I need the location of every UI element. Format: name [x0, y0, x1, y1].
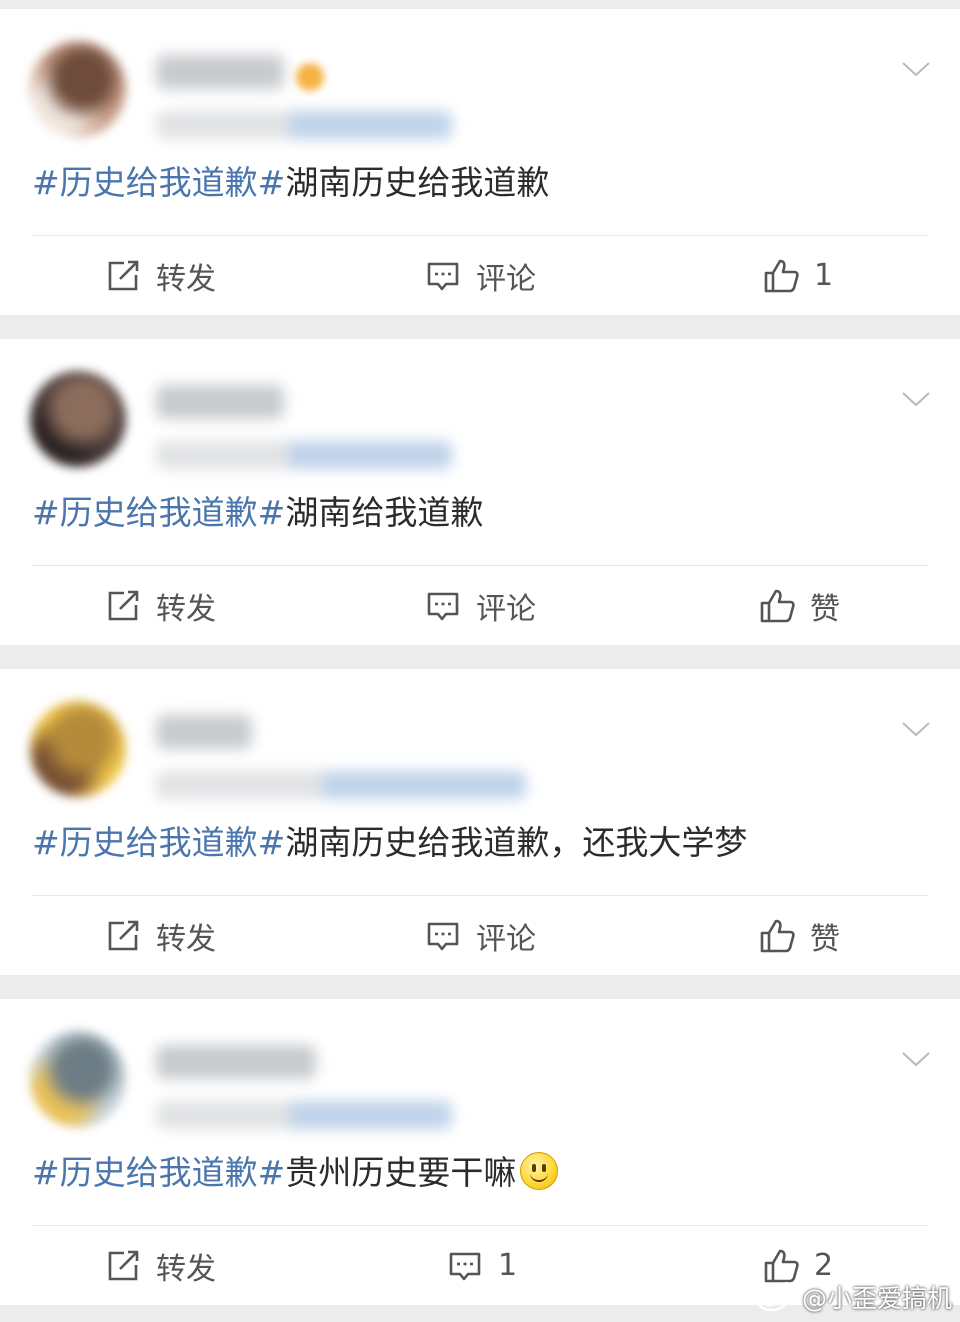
avatar-image: [30, 371, 126, 467]
post-card: #历史给我道歉#贵州历史要干嘛 转发 1 2: [0, 999, 960, 1305]
repost-icon: [104, 917, 142, 955]
weibo-watermark: @小歪爱搞机: [754, 1280, 952, 1314]
comment-button[interactable]: 评论: [424, 566, 536, 645]
post-meta-blurred: [156, 111, 452, 139]
chevron-down-icon[interactable]: [900, 383, 932, 415]
hashtag-link[interactable]: #历史给我道歉#: [32, 493, 285, 532]
like-button[interactable]: 赞: [758, 896, 840, 975]
post-body: 湖南历史给我道歉，还我大学梦: [285, 823, 748, 862]
comment-label: 评论: [476, 921, 536, 957]
post-card: #历史给我道歉#湖南历史给我道歉 转发 评论 1: [0, 9, 960, 315]
post-text: #历史给我道歉#贵州历史要干嘛: [32, 1151, 920, 1195]
comment-button[interactable]: 评论: [424, 896, 536, 975]
repost-icon: [104, 1247, 142, 1285]
thumbs-up-icon: [762, 1247, 800, 1285]
comment-icon: [446, 1247, 484, 1285]
avatar[interactable]: [30, 1031, 126, 1127]
chevron-down-icon[interactable]: [900, 713, 932, 745]
hashtag-link[interactable]: #历史给我道歉#: [32, 823, 285, 862]
post-card: #历史给我道歉#湖南给我道歉 转发 评论 赞: [0, 339, 960, 645]
post-body: 湖南历史给我道歉: [285, 163, 550, 202]
comment-icon: [424, 917, 462, 955]
like-count: 1: [814, 258, 834, 293]
avatar[interactable]: [30, 371, 126, 467]
thumbs-up-icon: [762, 257, 800, 295]
thumbs-up-icon: [758, 917, 796, 955]
repost-button[interactable]: 转发: [104, 896, 216, 975]
comment-button[interactable]: 评论: [424, 236, 536, 315]
post-body: 贵州历史要干嘛: [285, 1153, 517, 1192]
comment-label: 评论: [476, 261, 536, 297]
comment-count: 1: [498, 1248, 518, 1283]
repost-icon: [104, 587, 142, 625]
repost-label: 转发: [156, 591, 216, 627]
comment-button[interactable]: 1: [446, 1226, 517, 1305]
post-meta-blurred: [156, 441, 452, 469]
post-text: #历史给我道歉#湖南给我道歉: [32, 491, 920, 535]
chevron-down-icon[interactable]: [900, 53, 932, 85]
action-bar: 转发 评论 赞: [0, 896, 960, 975]
smile-emoji-icon: [520, 1152, 559, 1190]
chevron-down-icon[interactable]: [900, 1043, 932, 1075]
post-text: #历史给我道歉#湖南历史给我道歉: [32, 161, 920, 205]
username-blurred[interactable]: [156, 55, 284, 89]
action-bar: 转发 评论 1: [0, 236, 960, 315]
repost-label: 转发: [156, 921, 216, 957]
like-button[interactable]: 1: [762, 236, 833, 315]
post-body: 湖南给我道歉: [285, 493, 484, 532]
thumbs-up-icon: [758, 587, 796, 625]
repost-button[interactable]: 转发: [104, 566, 216, 645]
avatar[interactable]: [30, 41, 126, 137]
like-count: 2: [814, 1248, 834, 1283]
post-text: #历史给我道歉#湖南历史给我道歉，还我大学梦: [32, 821, 920, 865]
username-blurred[interactable]: [156, 715, 252, 749]
username-blurred[interactable]: [156, 385, 284, 419]
comment-icon: [424, 587, 462, 625]
weibo-logo-icon: [755, 1282, 798, 1312]
like-label: 赞: [810, 921, 840, 957]
repost-label: 转发: [156, 261, 216, 297]
hashtag-link[interactable]: #历史给我道歉#: [32, 163, 285, 202]
avatar-image: [30, 41, 126, 137]
repost-button[interactable]: 转发: [104, 236, 216, 315]
like-label: 赞: [810, 591, 840, 627]
watermark-text: @小歪爱搞机: [801, 1284, 952, 1313]
avatar-image: [30, 701, 126, 797]
username-blurred[interactable]: [156, 1045, 316, 1079]
repost-button[interactable]: 转发: [104, 1226, 216, 1305]
avatar-image: [30, 1031, 126, 1127]
like-button[interactable]: 赞: [758, 566, 840, 645]
repost-label: 转发: [156, 1251, 216, 1287]
comment-label: 评论: [476, 591, 536, 627]
avatar[interactable]: [30, 701, 126, 797]
comment-icon: [424, 257, 462, 295]
post-meta-blurred: [156, 1101, 452, 1129]
post-meta-blurred: [156, 771, 526, 799]
vip-badge-icon: [296, 63, 324, 91]
post-card: #历史给我道歉#湖南历史给我道歉，还我大学梦 转发 评论 赞: [0, 669, 960, 975]
action-bar: 转发 评论 赞: [0, 566, 960, 645]
hashtag-link[interactable]: #历史给我道歉#: [32, 1153, 285, 1192]
repost-icon: [104, 257, 142, 295]
